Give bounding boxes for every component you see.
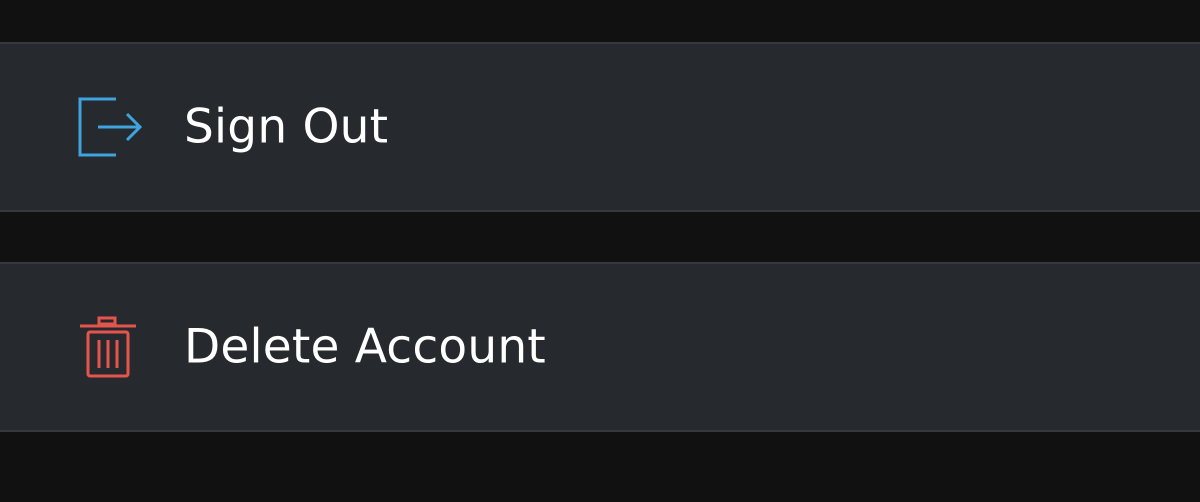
sign-out-row[interactable]: Sign Out	[0, 42, 1200, 212]
trash-icon	[80, 316, 136, 378]
sign-out-icon	[78, 97, 143, 157]
sign-out-label: Sign Out	[184, 99, 389, 155]
delete-account-label: Delete Account	[184, 319, 546, 375]
delete-account-row[interactable]: Delete Account	[0, 262, 1200, 432]
